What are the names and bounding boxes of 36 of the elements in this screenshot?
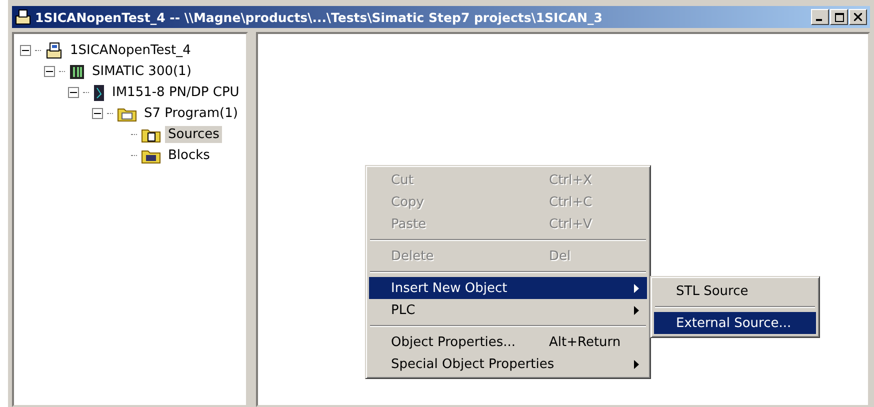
submenu-arrow-icon [634, 306, 639, 314]
minus-icon [46, 68, 53, 75]
program-folder-icon [117, 106, 137, 122]
tree-item[interactable]: Blocks [165, 147, 213, 164]
project-icon [15, 9, 31, 25]
menu-item[interactable]: Special Object Properties [369, 353, 647, 375]
maximize-button[interactable] [830, 9, 848, 25]
collapse-toggle[interactable] [92, 108, 103, 119]
collapse-toggle[interactable] [68, 87, 79, 98]
menu-item[interactable]: External Source... [654, 312, 816, 334]
tree-item[interactable]: Sources [165, 126, 222, 143]
tree-item[interactable]: SIMATIC 300(1) [89, 63, 194, 80]
collapse-toggle[interactable] [20, 45, 31, 56]
close-icon [854, 13, 862, 21]
rack-icon [69, 64, 85, 80]
submenu-arrow-icon [634, 360, 639, 368]
close-button[interactable] [849, 9, 867, 25]
window-title: 1SICANopenTest_4 -- \\Magne\products\...\Tests\Simatic Step7 projects\1SICAN_3 [35, 10, 604, 24]
menu-item[interactable]: Object Properties... Alt+Return [369, 331, 647, 353]
source-folder-icon [141, 126, 161, 142]
project-icon [45, 42, 63, 60]
menu-item[interactable]: STL Source [654, 280, 816, 302]
collapse-toggle[interactable] [44, 66, 55, 77]
menu-item[interactable]: Insert New Object [369, 277, 647, 299]
tree-item[interactable]: IM151-8 PN/DP CPU [109, 84, 242, 101]
minimize-button[interactable] [811, 9, 829, 25]
menu-item[interactable]: PLC [369, 299, 647, 321]
minus-icon [22, 47, 29, 54]
tree-item[interactable]: 1SICANopenTest_4 [67, 42, 194, 59]
module-icon [93, 84, 105, 102]
tree-item[interactable]: S7 Program(1) [141, 105, 241, 122]
minus-icon [70, 89, 77, 96]
minus-icon [94, 110, 101, 117]
block-folder-icon [141, 148, 161, 164]
submenu-arrow-icon [634, 284, 639, 292]
maximize-icon [834, 12, 844, 22]
